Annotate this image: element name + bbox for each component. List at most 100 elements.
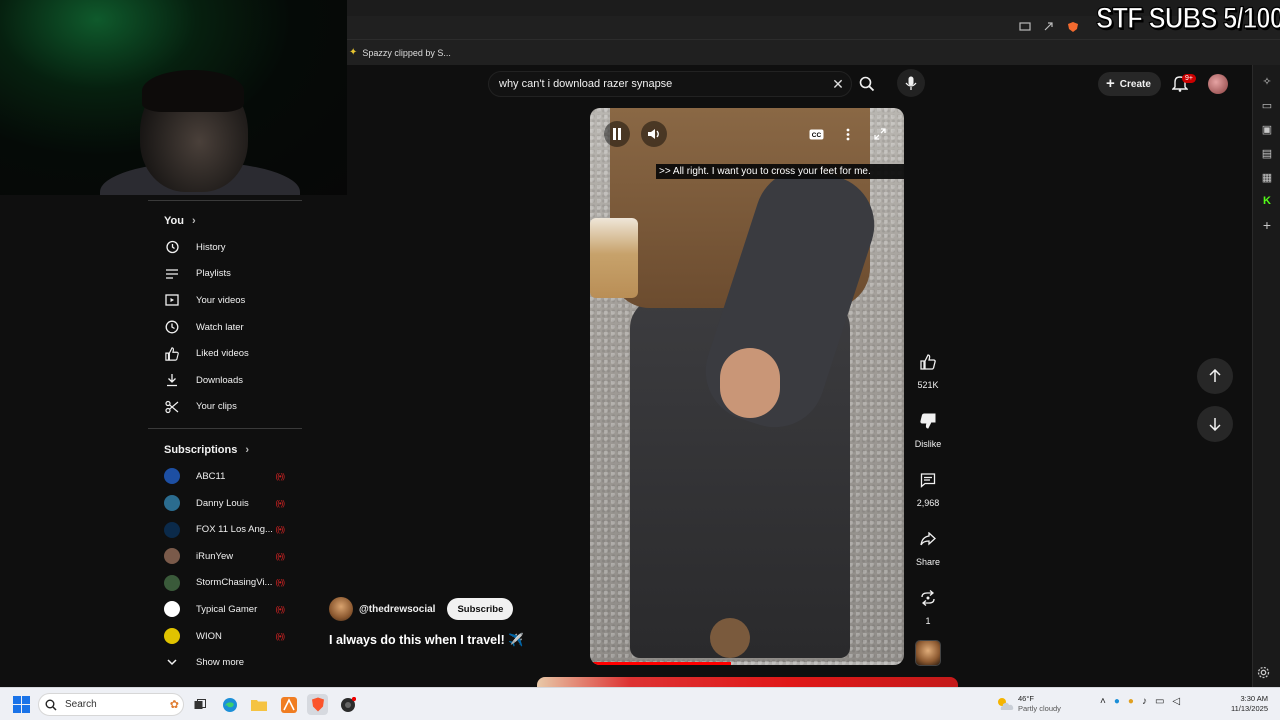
obs-icon[interactable] [337,694,358,715]
subscribe-button[interactable]: Subscribe [447,598,514,620]
file-explorer-icon[interactable] [248,694,269,715]
network-icon[interactable]: ▭ [1155,696,1164,707]
windows-start-icon[interactable] [13,696,30,713]
taskbar-search-placeholder: Search [65,699,97,710]
microphone-icon[interactable]: ♪ [1142,696,1147,707]
live-indicator-icon: ((•)) [275,551,286,561]
arrow-up-icon [1209,369,1221,382]
comment-count: 2,968 [916,498,940,508]
live-indicator-icon: ((•)) [275,471,286,481]
sound-thumbnail[interactable] [915,640,941,666]
short-title[interactable]: I always do this when I travel! ✈️ [329,633,524,648]
remix-count: 1 [925,616,931,626]
leo-ai-icon[interactable]: ✧ [1253,69,1280,93]
webcam-overlay [0,0,347,195]
pause-button[interactable] [604,121,630,147]
search-query[interactable]: why can't i download razer synapse [499,78,825,90]
clear-search-icon[interactable]: ✕ [825,76,851,93]
like-action[interactable]: 521K [910,347,946,390]
channel-avatar[interactable] [329,597,353,621]
kick-icon[interactable]: K [1253,189,1280,213]
sidebar-you-header[interactable]: You › [148,208,302,234]
bookmark-item[interactable]: ✦ Spazzy clipped by S... [349,47,451,58]
shorts-video-player[interactable]: CC >> All right. I want you to cross you… [590,108,904,665]
settings-gear-icon[interactable] [1257,666,1270,682]
subscription-item[interactable]: WION ((•)) [148,623,302,650]
video-progress-track[interactable] [590,662,904,665]
sidebar-item-your-clips[interactable]: Your clips [148,394,302,421]
create-button[interactable]: + Create [1098,72,1161,96]
system-tray: ˄ ● ● ♪ ▭ ◁ [1100,696,1180,707]
subscription-item[interactable]: FOX 11 Los Ang... ((•)) [148,516,302,543]
search-button[interactable] [852,71,882,97]
tray-chevron-up-icon[interactable]: ˄ [1100,696,1106,707]
sidebar-item-label: History [196,241,226,253]
voice-search-button[interactable] [897,69,925,97]
tray-app-icon[interactable]: ● [1128,696,1134,707]
sidebar-item-watch-later[interactable]: Watch later [148,314,302,341]
live-indicator-icon: ((•)) [275,498,286,508]
taskbar-search[interactable]: Search ✿ [38,693,184,716]
sidebar-item-your-videos[interactable]: Your videos [148,287,302,314]
dislike-action[interactable]: Dislike [910,406,946,449]
brave-shield-icon[interactable] [1066,20,1080,34]
app-orange-icon[interactable] [278,694,299,715]
share-icon[interactable] [1042,20,1056,34]
sidebar-item-playlists[interactable]: Playlists [148,261,302,288]
show-more-button[interactable]: Show more [148,649,302,676]
sidebar-subscriptions-header[interactable]: Subscriptions › [148,437,302,463]
channel-handle[interactable]: @thedrewsocial [359,604,435,615]
subscription-label: StormChasingVi... [196,577,273,589]
fullscreen-button[interactable] [869,123,891,145]
subscription-label: iRunYew [196,550,234,562]
edge-icon[interactable] [219,694,240,715]
comments-button[interactable] [913,465,943,495]
subscription-label: ABC11 [196,470,226,482]
sidebar-item-history[interactable]: History [148,234,302,261]
video-controls: CC [590,108,904,160]
partly-cloudy-icon [998,698,1014,710]
account-avatar[interactable] [1208,74,1228,94]
windows-taskbar: Search ✿ 46°F Partly cloudy ˄ ● ● ♪ ▭ ◁ … [0,687,1280,720]
comments-action[interactable]: 2,968 [910,465,946,508]
subscription-item[interactable]: ABC11 ((•)) [148,463,302,490]
add-panel-icon[interactable]: + [1253,213,1280,237]
next-short-button[interactable] [1197,406,1233,442]
more-options-button[interactable] [837,123,859,145]
volume-icon[interactable]: ◁ [1172,696,1180,707]
wallet-icon[interactable]: ▭ [1253,93,1280,117]
sidebar-item-label: Liked videos [196,348,249,360]
task-view-icon[interactable] [189,694,210,715]
reading-list-icon[interactable]: ▦ [1253,165,1280,189]
weather-temperature: 46°F [1018,694,1034,703]
sidebar-item-downloads[interactable]: Downloads [148,367,302,394]
dislike-button[interactable] [913,406,943,436]
channel-avatar [164,548,180,565]
previous-short-button[interactable] [1197,358,1233,394]
captions-button[interactable]: CC [805,123,827,145]
remix-button[interactable] [913,583,943,613]
like-button[interactable] [913,347,943,377]
brave-browser-icon[interactable] [307,694,328,715]
subscription-item[interactable]: Typical Gamer ((•)) [148,596,302,623]
share-label: Share [915,557,941,567]
cc-icon: CC [809,129,823,139]
subscription-item[interactable]: Danny Louis ((•)) [148,490,302,517]
subscription-item[interactable]: StormChasingVi... ((•)) [148,570,302,597]
taskbar-clock[interactable]: 3:30 AM 11/13/2025 [1222,694,1268,714]
share-action[interactable]: Share [910,524,946,567]
subscription-item[interactable]: iRunYew ((•)) [148,543,302,570]
tray-app-icon[interactable]: ● [1114,696,1120,707]
bookmarks-icon[interactable]: ▤ [1253,141,1280,165]
channel-avatar [164,574,180,591]
volume-button[interactable] [641,121,667,147]
tabs-icon[interactable]: ▣ [1253,117,1280,141]
arrow-down-icon [1209,418,1221,431]
weather-widget[interactable]: 46°F Partly cloudy [996,694,1061,714]
remix-action[interactable]: 1 [910,583,946,626]
sidebar-item-liked-videos[interactable]: Liked videos [148,340,302,367]
search-input[interactable]: why can't i download razer synapse ✕ [488,71,852,97]
cast-icon[interactable] [1018,20,1032,34]
share-button[interactable] [913,524,943,554]
pause-icon [613,128,621,140]
